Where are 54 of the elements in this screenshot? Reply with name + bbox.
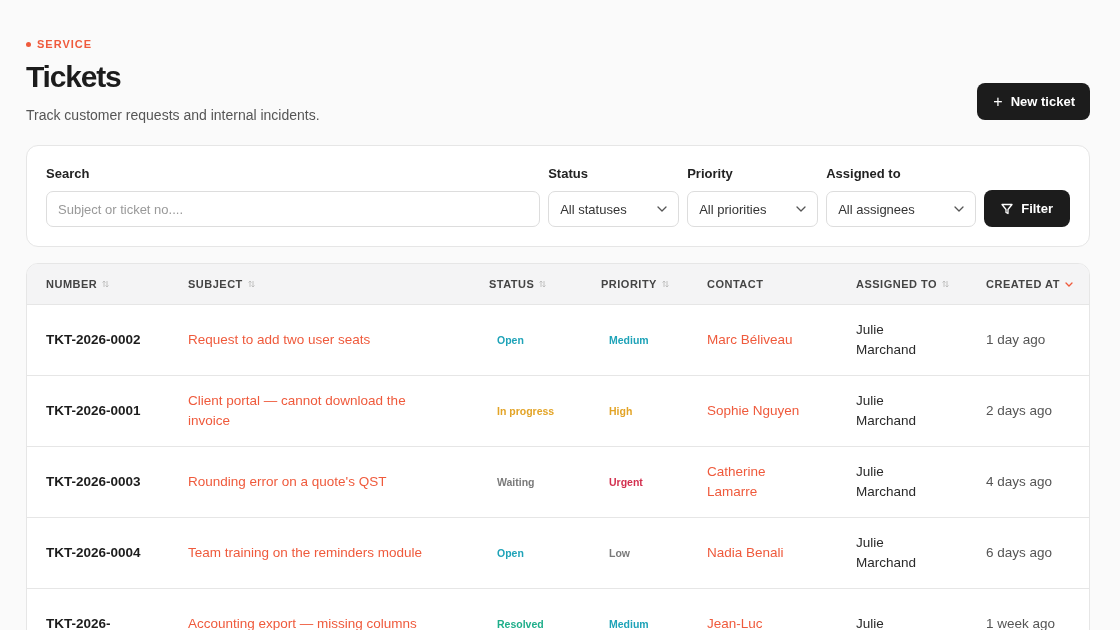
column-header[interactable]: NUMBER (46, 278, 98, 290)
priority-label: Medium (608, 618, 650, 630)
page-subtitle: Track customer requests and internal incidents. (26, 107, 320, 123)
assignee-name: Julie Marchand (856, 463, 918, 501)
column-header[interactable]: PRIORITY (601, 278, 657, 290)
new-ticket-button[interactable]: + New ticket (977, 83, 1090, 120)
chevron-down-icon (954, 206, 965, 212)
column-header[interactable]: CREATED AT (986, 278, 1060, 290)
page-title: Tickets (26, 59, 122, 95)
assignee-name: Julie Marchand (856, 321, 918, 359)
column-header[interactable]: CONTACT (707, 278, 764, 290)
status-label: Open (496, 334, 525, 346)
assignee-name: Julie (856, 615, 884, 630)
status-label: Open (496, 547, 525, 559)
column-header[interactable]: ASSIGNED TO (856, 278, 938, 290)
filter-button[interactable]: Filter (984, 190, 1070, 227)
section-label: SERVICE (37, 38, 93, 50)
ticket-number: TKT-2026-0004 (46, 544, 141, 562)
priority-label: Urgent (608, 476, 644, 488)
priority-label: High (608, 405, 634, 417)
status-label: Resolved (496, 618, 545, 630)
ticket-subject-link[interactable]: Accounting export — missing columns (188, 614, 417, 630)
assignee-name: Julie Marchand (856, 534, 918, 572)
status-label: Waiting (496, 476, 536, 488)
column-header[interactable]: SUBJECT (188, 278, 243, 290)
field-label: Status (548, 166, 589, 181)
priority-label: Medium (608, 334, 650, 346)
column-header[interactable]: STATUS (489, 278, 535, 290)
ticket-number: TKT-2026-0001 (46, 402, 141, 420)
created-time: 2 days ago (986, 402, 1053, 420)
chevron-down-icon (796, 206, 807, 212)
created-time: 4 days ago (986, 473, 1053, 491)
created-time: 1 week ago (986, 615, 1056, 630)
field-label: Search (46, 166, 91, 181)
contact-link[interactable]: Nadia Benali (707, 543, 784, 563)
funnel-icon (1001, 202, 1014, 215)
field-label: Priority (687, 166, 734, 181)
contact-link[interactable]: Marc Béliveau (707, 330, 793, 350)
dropdown[interactable]: All priorities (687, 191, 819, 227)
dropdown[interactable]: All assignees (826, 191, 977, 227)
status-label: In progress (496, 405, 556, 417)
eyebrow-dot (26, 41, 31, 47)
dropdown[interactable]: All statuses (548, 191, 680, 227)
search-field[interactable]: Subject or ticket no.... (46, 191, 541, 227)
created-time: 6 days ago (986, 544, 1053, 562)
chevron-down-icon (657, 206, 668, 212)
priority-label: Low (608, 547, 631, 559)
created-time: 1 day ago (986, 331, 1046, 349)
ticket-number: TKT-2026-0003 (46, 473, 141, 491)
field-label: Assigned to (826, 166, 902, 181)
ticket-number: TKT-2026- (46, 615, 111, 630)
assignee-name: Julie Marchand (856, 392, 918, 430)
ticket-number: TKT-2026-0002 (46, 331, 141, 349)
ticket-subject-link[interactable]: Rounding error on a quote's QST (188, 472, 387, 492)
